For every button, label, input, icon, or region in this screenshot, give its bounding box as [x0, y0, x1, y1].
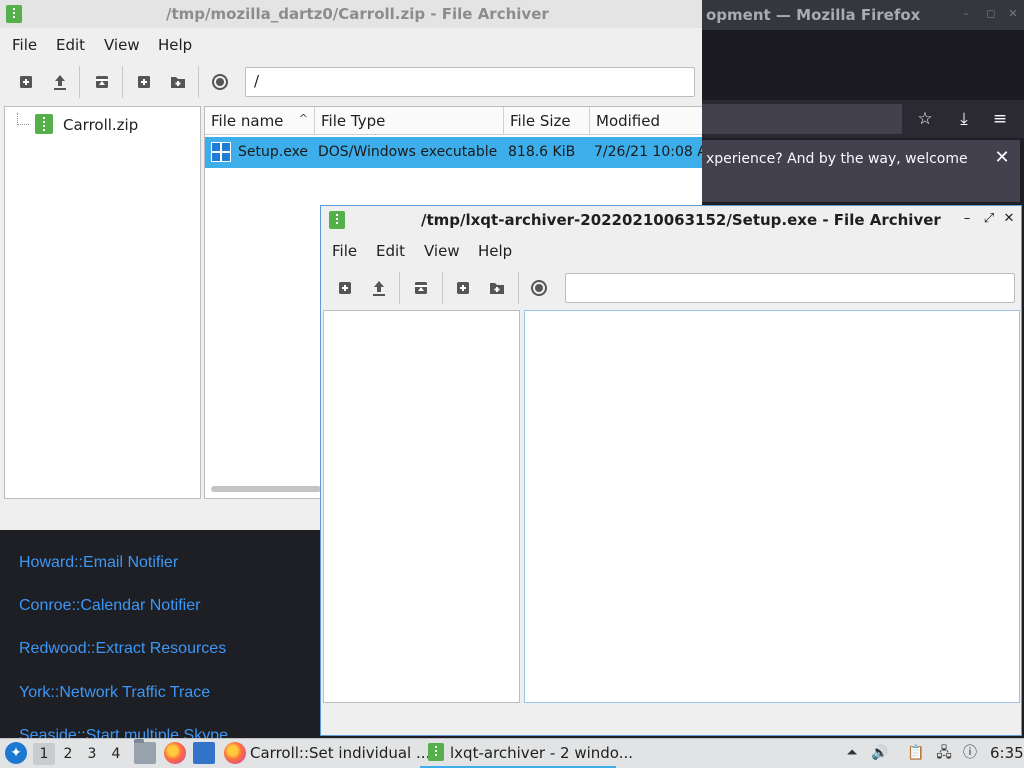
link-network-traffic-trace[interactable]: York::Network Traffic Trace [19, 684, 210, 702]
open-archive-icon[interactable] [48, 70, 72, 94]
menu-edit[interactable]: Edit [376, 242, 405, 260]
firefox-notification-bar: xperience? And by the way, welcome ✕ [702, 140, 1020, 202]
desktop-1[interactable]: 1 [33, 743, 55, 765]
cell-file-type: DOS/Windows executable [318, 144, 498, 160]
cell-file-name: Setup.exe [238, 144, 309, 160]
app-menu-icon[interactable]: ✦ [5, 742, 27, 764]
menu-file[interactable]: File [332, 242, 357, 260]
firefox-icon [224, 742, 246, 764]
taskbar: ✦ 1 2 3 4 Carroll::Set individual ... lx… [0, 738, 1024, 768]
toolbar-separator [122, 66, 123, 98]
cell-file-size: 818.6 KiB [508, 144, 576, 160]
firefox-urlbar[interactable] [702, 104, 902, 134]
link-start-multiple-skype[interactable]: Seaside::Start multiple Skype [19, 727, 228, 738]
column-header-modified[interactable]: Modified [590, 107, 702, 135]
hamburger-menu-icon[interactable]: ≡ [989, 108, 1011, 130]
task-firefox[interactable]: Carroll::Set individual ... [222, 739, 430, 768]
stop-icon[interactable] [527, 276, 551, 300]
menu-help[interactable]: Help [158, 36, 192, 54]
extract-icon[interactable] [90, 70, 114, 94]
toolbar-separator [518, 272, 519, 304]
toolbar-separator [198, 66, 199, 98]
firefox-close-icon[interactable]: ✕ [1006, 7, 1020, 21]
archiver-app-icon [6, 5, 22, 23]
archiver2-titlebar: /tmp/lxqt-archiver-20220210063152/Setup.… [321, 206, 1021, 234]
star-icon[interactable]: ☆ [914, 108, 936, 130]
archiver-app-icon [329, 211, 345, 229]
show-desktop-icon[interactable] [193, 742, 215, 764]
archiver-window-setup: /tmp/lxqt-archiver-20220210063152/Setup.… [320, 205, 1022, 736]
table-row[interactable]: Setup.exe DOS/Windows executable 818.6 K… [205, 137, 702, 168]
tree-branch-line [17, 113, 29, 125]
firefox-tab-strip [702, 30, 1024, 100]
extract-icon[interactable] [409, 276, 433, 300]
firefox-maximize-icon[interactable]: ◻ [984, 7, 998, 21]
clipboard-icon[interactable]: 📋 [906, 743, 926, 763]
folder-tree[interactable]: Carroll.zip [4, 106, 201, 499]
minimize-icon[interactable]: – [959, 211, 975, 227]
archiver2-menubar: File Edit View Help [321, 236, 1021, 266]
volume-icon[interactable]: 🔊 [870, 743, 890, 763]
tray-arrow-icon[interactable]: ⏶ [842, 743, 862, 763]
archiver1-titlebar: /tmp/mozilla_dartz0/Carroll.zip - File A… [0, 0, 702, 28]
zip-archive-icon [35, 114, 53, 134]
add-folder-icon[interactable] [166, 70, 190, 94]
open-archive-icon[interactable] [367, 276, 391, 300]
add-file-icon[interactable] [132, 70, 156, 94]
firefox-minimize-icon[interactable]: – [959, 7, 973, 21]
cell-modified: 7/26/21 10:08 A [594, 144, 702, 160]
link-calendar-notifier[interactable]: Conroe::Calendar Notifier [19, 597, 200, 615]
file-list[interactable] [524, 310, 1020, 703]
archiver1-title: /tmp/mozilla_dartz0/Carroll.zip - File A… [166, 5, 549, 23]
menu-view[interactable]: View [104, 36, 140, 54]
notification-icon[interactable]: ⓘ [960, 743, 980, 763]
tree-item-label: Carroll.zip [63, 116, 139, 134]
menu-help[interactable]: Help [478, 242, 512, 260]
menu-view[interactable]: View [424, 242, 460, 260]
column-header-file-name[interactable]: File name ^ [205, 107, 315, 135]
network-icon[interactable]: 🖧 [934, 743, 954, 763]
add-file-icon[interactable] [451, 276, 475, 300]
toolbar-separator [442, 272, 443, 304]
column-header-file-type[interactable]: File Type [315, 107, 504, 135]
notification-text: xperience? And by the way, welcome [706, 151, 968, 167]
horizontal-scrollbar[interactable] [211, 486, 321, 492]
new-archive-icon[interactable] [333, 276, 357, 300]
maximize-icon[interactable]: ⤢ [981, 211, 997, 227]
page-links-list: Howard::Email Notifier Conroe::Calendar … [0, 530, 320, 738]
close-icon[interactable]: ✕ [1001, 211, 1017, 227]
task-label: Carroll::Set individual ... [250, 744, 431, 762]
toolbar-separator [79, 66, 80, 98]
notification-close-icon[interactable]: ✕ [992, 148, 1012, 168]
download-icon[interactable]: ⤓ [953, 108, 975, 130]
file-manager-icon[interactable] [134, 739, 156, 764]
link-email-notifier[interactable]: Howard::Email Notifier [19, 554, 178, 572]
add-folder-icon[interactable] [485, 276, 509, 300]
menu-file[interactable]: File [12, 36, 37, 54]
archiver2-title: /tmp/lxqt-archiver-20220210063152/Setup.… [421, 211, 941, 229]
clock[interactable]: 6:35 [990, 744, 1024, 762]
column-header-label: File name [211, 112, 284, 130]
column-header-file-size[interactable]: File Size [504, 107, 590, 135]
new-archive-icon[interactable] [14, 70, 38, 94]
firefox-title: opment — Mozilla Firefox [706, 6, 921, 24]
desktop-3[interactable]: 3 [81, 743, 103, 765]
desktop-4[interactable]: 4 [105, 743, 127, 765]
toolbar-separator [399, 272, 400, 304]
menu-edit[interactable]: Edit [56, 36, 85, 54]
folder-tree[interactable] [323, 310, 520, 703]
link-extract-resources[interactable]: Redwood::Extract Resources [19, 640, 226, 658]
windows-executable-icon [211, 142, 231, 162]
sort-ascending-icon: ^ [298, 112, 308, 125]
stop-icon[interactable] [208, 70, 232, 94]
archiver-icon [428, 743, 444, 761]
desktop-2[interactable]: 2 [57, 743, 79, 765]
path-field[interactable]: / [245, 67, 695, 97]
path-field[interactable] [565, 273, 1015, 303]
archiver1-menubar: File Edit View Help [0, 30, 702, 60]
task-archiver[interactable]: lxqt-archiver - 2 windo... [420, 739, 633, 768]
task-label: lxqt-archiver - 2 windo... [450, 744, 634, 762]
firefox-launcher-icon[interactable] [164, 742, 186, 764]
